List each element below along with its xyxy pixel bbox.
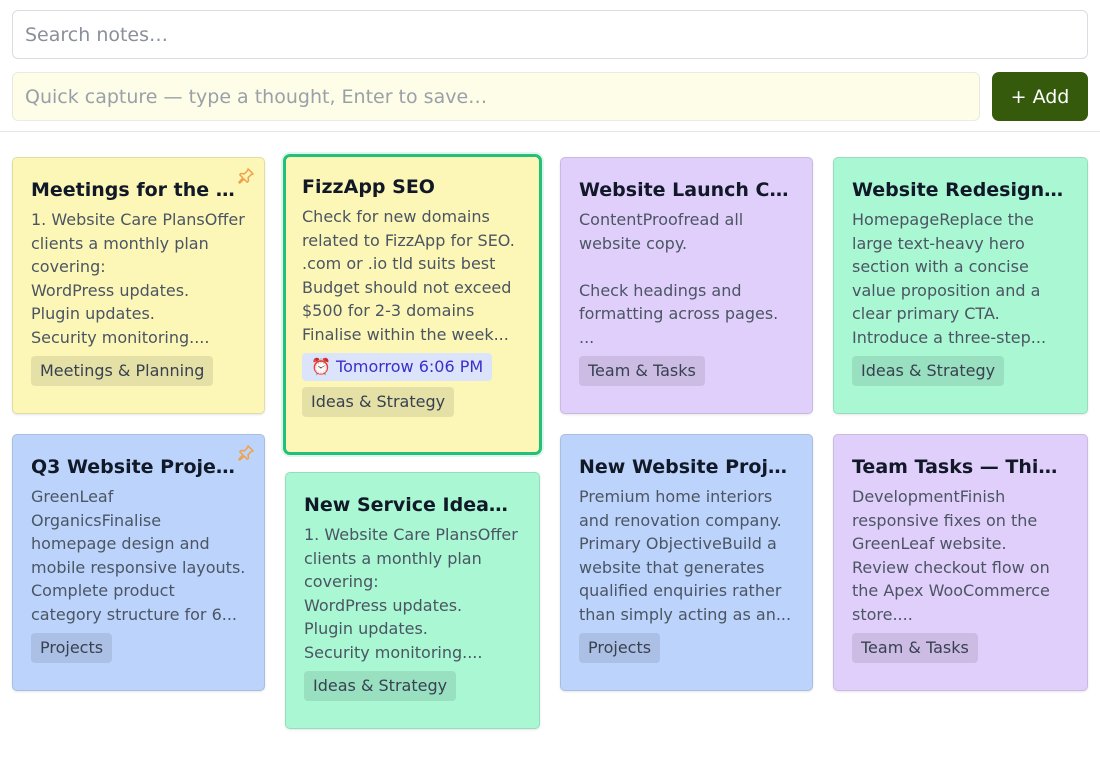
- note-card[interactable]: Website Redesign… HomepageReplace the lar…: [833, 157, 1088, 414]
- category-tag[interactable]: Projects: [31, 633, 113, 663]
- note-title: Meetings for the …: [31, 179, 235, 201]
- category-tag[interactable]: Ideas & Strategy: [852, 356, 1005, 386]
- add-note-button[interactable]: + Add: [992, 72, 1088, 121]
- note-body: GreenLeaf OrganicsFinalise homepage desi…: [31, 487, 246, 624]
- note-title: New Service Idea…: [304, 494, 508, 516]
- note-card[interactable]: New Service Idea… 1. Website Care PlansOf…: [285, 472, 540, 729]
- note-title: Q3 Website Proje…: [31, 456, 235, 478]
- note-card[interactable]: Q3 Website Proje… GreenLeaf OrganicsFinal…: [12, 434, 265, 691]
- reminder-badge[interactable]: ⏰ Tomorrow 6:06 PM: [302, 353, 493, 381]
- note-body: HomepageReplace the large text-heavy her…: [852, 210, 1047, 347]
- category-tag[interactable]: Ideas & Strategy: [302, 387, 455, 417]
- category-tag[interactable]: Meetings & Planning: [31, 356, 214, 386]
- note-body: 1. Website Care PlansOffer clients a mon…: [304, 525, 518, 662]
- note-body: Premium home interiors and renovation co…: [579, 487, 792, 624]
- note-body: ContentProofread all website copy. Check…: [579, 210, 779, 347]
- note-title: Website Launch C…: [579, 179, 789, 201]
- search-input[interactable]: [12, 10, 1088, 59]
- category-tag[interactable]: Projects: [579, 633, 661, 663]
- note-title: FizzApp SEO: [302, 176, 435, 198]
- category-tag[interactable]: Ideas & Strategy: [304, 671, 457, 701]
- note-card[interactable]: Team Tasks — Thi… DevelopmentFinish respo…: [833, 434, 1088, 691]
- top-toolbar: + Add: [0, 0, 1100, 132]
- category-tag[interactable]: Team & Tasks: [852, 633, 978, 663]
- note-card[interactable]: FizzApp SEO Check for new domains related…: [283, 154, 542, 455]
- note-body: 1. Website Care PlansOffer clients a mon…: [31, 210, 245, 347]
- note-title: New Website Proj…: [579, 456, 787, 478]
- note-body: DevelopmentFinish responsive fixes on th…: [852, 487, 1050, 624]
- note-title: Team Tasks — Thi…: [852, 456, 1058, 478]
- pin-icon[interactable]: [236, 443, 256, 463]
- quick-capture-input[interactable]: [12, 72, 980, 121]
- category-tag[interactable]: Team & Tasks: [579, 356, 705, 386]
- note-title: Website Redesign…: [852, 179, 1064, 201]
- note-card[interactable]: Meetings for the … 1. Website Care PlansO…: [12, 157, 265, 414]
- note-card[interactable]: Website Launch C… ContentProofread all we…: [560, 157, 813, 414]
- note-card[interactable]: New Website Proj… Premium home interiors …: [560, 434, 813, 691]
- pin-icon[interactable]: [236, 166, 256, 186]
- note-body: Check for new domains related to FizzApp…: [302, 207, 515, 344]
